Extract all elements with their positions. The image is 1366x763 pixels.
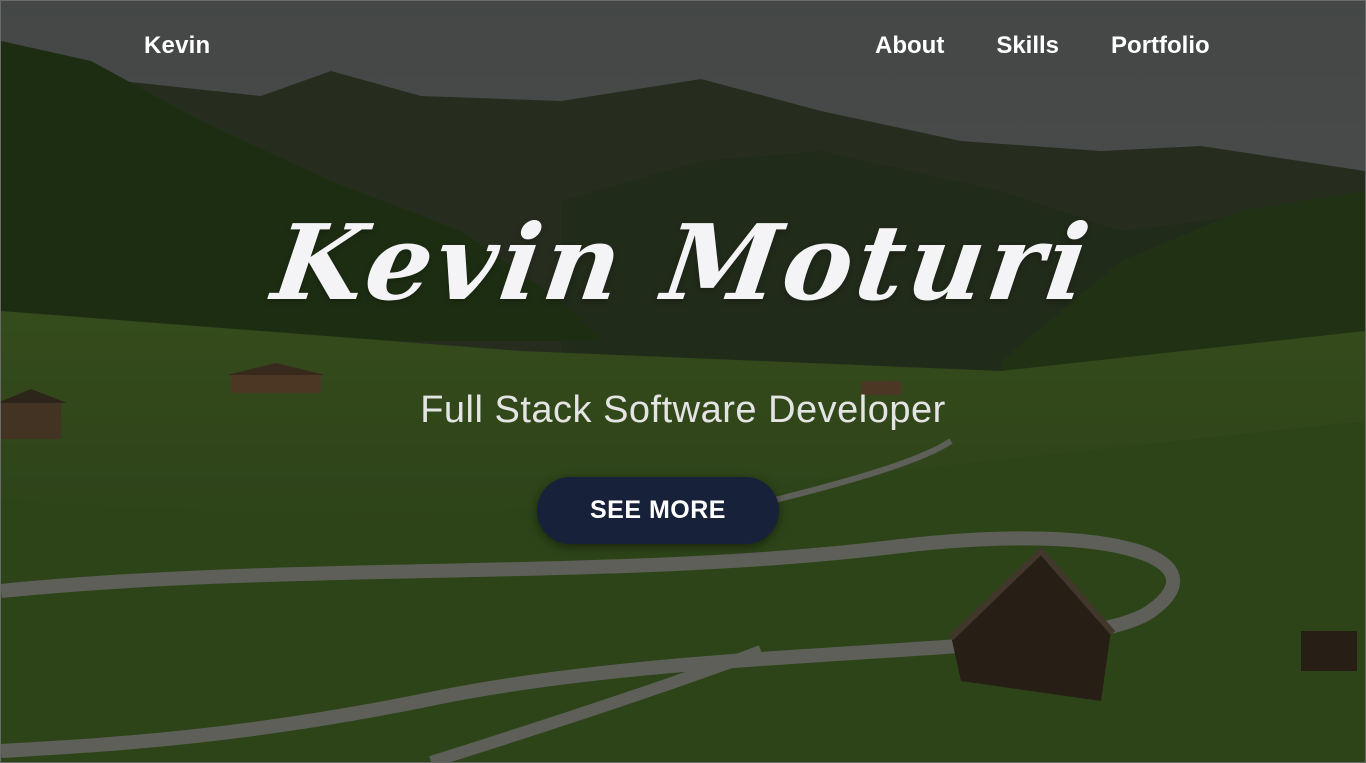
see-more-button[interactable]: SEE MORE (537, 477, 779, 544)
nav-link-about[interactable]: About (875, 32, 944, 60)
nav-link-skills[interactable]: Skills (996, 32, 1059, 60)
brand-logo-link[interactable]: Kevin (144, 32, 210, 60)
page: Kevin About Skills Portfolio Kevin Motur… (0, 0, 1366, 763)
hero-name-heading: Kevin Moturi (266, 201, 1100, 324)
nav-links: About Skills Portfolio (875, 32, 1210, 60)
hero-dark-overlay (1, 1, 1365, 762)
hero-subtitle: Full Stack Software Developer (420, 389, 946, 431)
top-navbar: Kevin About Skills Portfolio (1, 1, 1365, 96)
nav-link-portfolio[interactable]: Portfolio (1111, 32, 1210, 60)
